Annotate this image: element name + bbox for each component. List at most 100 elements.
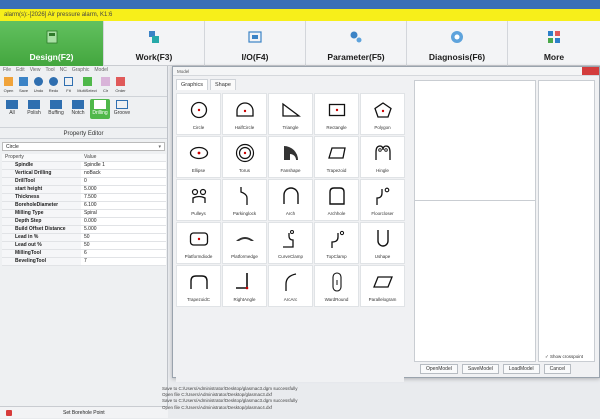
nav-more[interactable]: More (508, 21, 600, 66)
chevron-down-icon: ▾ (158, 144, 161, 150)
property-value[interactable]: 0 (81, 177, 166, 186)
menu-item[interactable]: NC (60, 66, 67, 75)
close-button[interactable] (582, 67, 599, 75)
shape-circle[interactable]: Circle (176, 93, 221, 135)
menu-item[interactable]: Edit (16, 66, 25, 75)
shape-ellipse[interactable]: Ellipse (176, 136, 221, 178)
ushape-icon (372, 229, 394, 249)
shape-archhole[interactable]: Archhole (314, 179, 359, 221)
alarm-bar[interactable]: alarm(s):-[2026] Air pressure alarm, K1:… (0, 9, 600, 21)
shape-pulleys[interactable]: Pulleys (176, 179, 221, 221)
shape-platformedge[interactable]: Platformedge (222, 222, 267, 264)
stop-icon[interactable] (6, 410, 12, 416)
side-preview-canvas[interactable] (538, 80, 595, 362)
shape-fanshape[interactable]: Fanshape (268, 136, 313, 178)
process-buffing-button[interactable]: Buffing (46, 99, 66, 119)
show-crosspoint-checkbox[interactable]: ✓ Show crosspoint (545, 354, 583, 360)
open-button[interactable]: Open (2, 75, 15, 97)
save-button[interactable]: Save (17, 75, 30, 97)
shape-wardround[interactable]: WardRound (314, 265, 359, 307)
tab-graphics[interactable]: Graphics (176, 79, 209, 90)
table-row: Build Offset Distance 5.000 (2, 225, 166, 234)
order-button[interactable]: Order (114, 75, 127, 97)
property-value[interactable]: 7.500 (81, 193, 166, 202)
process-all-button[interactable]: All (2, 99, 22, 119)
main-nav: Design(F2) Work(F3) I/O(F4) Parameter(F5… (0, 21, 600, 66)
property-key: Depth Step (2, 217, 81, 226)
multiselect-button[interactable]: MultiSelect (77, 75, 97, 97)
set-borehole-point-button[interactable]: Set Borehole Point (63, 407, 105, 419)
parkinglock-icon (234, 186, 256, 206)
shape-floorcloser[interactable]: Floorcloser (360, 179, 405, 221)
property-value[interactable]: 50 (81, 233, 166, 242)
property-value[interactable]: 5.000 (81, 225, 166, 234)
shape-rectangle[interactable]: Rectangle (314, 93, 359, 135)
property-value[interactable]: 6 (81, 249, 166, 258)
shape-arcarc[interactable]: ArcArc (268, 265, 313, 307)
clear-icon (101, 77, 110, 86)
property-value[interactable]: 5.000 (81, 185, 166, 194)
halfcircle-icon (234, 100, 256, 120)
process-drilling-button[interactable]: Drilling (90, 99, 110, 119)
shape-trapezoidc[interactable]: TrapezoidC (176, 265, 221, 307)
nav-parameter[interactable]: Parameter(F5) (306, 21, 407, 66)
process-polish-button[interactable]: Polish (24, 99, 44, 119)
property-value[interactable]: 0.000 (81, 217, 166, 226)
floorcloser-icon (372, 186, 394, 206)
table-row: Lead out % 50 (2, 241, 166, 250)
undo-button[interactable]: Undo (32, 75, 45, 97)
property-col-header: Property (2, 154, 81, 162)
shape-parkinglock[interactable]: Parkinglock (222, 179, 267, 221)
shape-topclamp[interactable]: TopClamp (314, 222, 359, 264)
menu-item[interactable]: View (30, 66, 41, 75)
menu-item[interactable]: Tool (45, 66, 54, 75)
topclamp-icon (326, 229, 348, 249)
nav-design[interactable]: Design(F2) (0, 21, 104, 66)
property-value[interactable]: 6.100 (81, 201, 166, 210)
shape-rightangle[interactable]: RightAngle (222, 265, 267, 307)
curveclamp-icon (280, 229, 302, 249)
shape-triangle[interactable]: Triangle (268, 93, 313, 135)
shape-polygon[interactable]: Polygon (360, 93, 405, 135)
nav-io[interactable]: I/O(F4) (205, 21, 306, 66)
property-key: Vertical Drilling (2, 169, 81, 178)
table-row: Spindle Spindle 1 (2, 161, 166, 170)
tab-shape[interactable]: Shape (210, 79, 236, 90)
shape-select[interactable]: Circle ▾ (2, 142, 165, 151)
menu-item[interactable]: Graphic (72, 66, 90, 75)
table-row: BevelingTool 7 (2, 257, 166, 266)
nav-work[interactable]: Work(F3) (104, 21, 205, 66)
shape-halfcircle[interactable]: HalfCircle (222, 93, 267, 135)
open-model-button[interactable]: OpenModel (420, 364, 458, 374)
process-notch-button[interactable]: Notch (68, 99, 88, 119)
clear-button[interactable]: Clr (99, 75, 112, 97)
property-value[interactable]: 50 (81, 241, 166, 250)
load-model-button[interactable]: LoadModel (502, 364, 540, 374)
preview-canvas[interactable] (414, 80, 536, 362)
property-value[interactable]: noBack (81, 169, 166, 178)
shape-hinge[interactable]: Hingle (360, 136, 405, 178)
shape-trapezoid[interactable]: Trapezoid (314, 136, 359, 178)
io-icon (247, 30, 263, 44)
property-value[interactable]: 7 (81, 257, 166, 266)
shape-curveclamp[interactable]: CurveClamp (268, 222, 313, 264)
save-icon (19, 77, 28, 86)
shape-torus[interactable]: Torus (222, 136, 267, 178)
fit-button[interactable]: Fit (62, 75, 75, 97)
toolbar-main: Open Save Undo Redo Fit MultiSelect Clr … (0, 75, 167, 97)
redo-button[interactable]: Redo (47, 75, 60, 97)
menu-item[interactable]: Model (94, 66, 108, 75)
process-groove-button[interactable]: Groove (112, 99, 132, 119)
property-value[interactable]: Spiral (81, 209, 166, 218)
shape-platformdiode[interactable]: Platformdiode (176, 222, 221, 264)
cancel-button[interactable]: Cancel (543, 364, 572, 374)
shape-ushape[interactable]: Ushape (360, 222, 405, 264)
more-icon (546, 30, 562, 44)
shape-parallelogram[interactable]: Parallelogram (360, 265, 405, 307)
nav-diagnosis[interactable]: Diagnosis(F6) (407, 21, 508, 66)
shape-arch[interactable]: Arch (268, 179, 313, 221)
property-value[interactable]: Spindle 1 (81, 161, 166, 170)
menu-item[interactable]: File (3, 66, 11, 75)
design-icon (44, 30, 60, 44)
save-model-button[interactable]: SaveModel (461, 364, 499, 374)
